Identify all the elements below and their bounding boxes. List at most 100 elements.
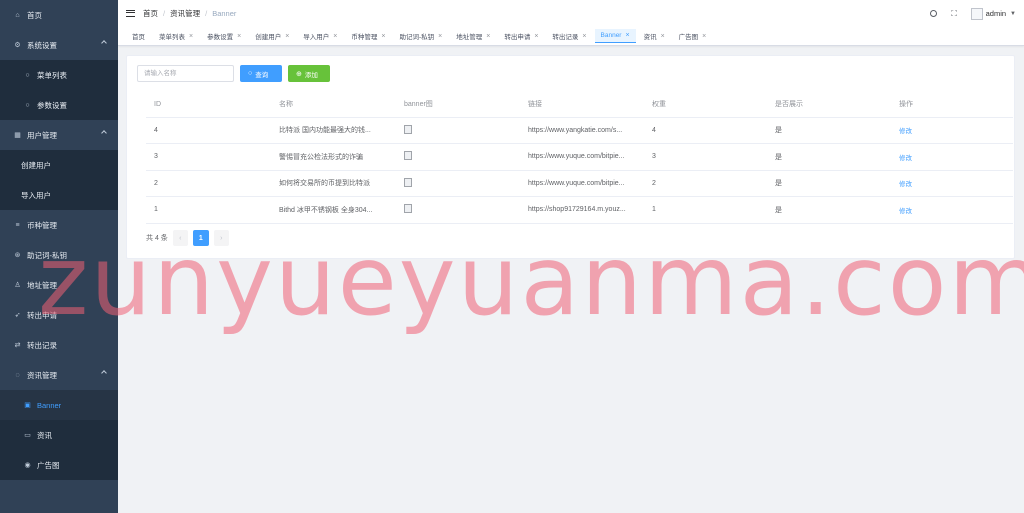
cell-action: 修改 bbox=[891, 170, 1013, 197]
table-row: 2 如何将交易所的币提到比特派 https://www.yuque.com/bitp… bbox=[146, 170, 1013, 197]
tags-view: 首页 菜单列表 × 参数设置 × 创建用户 × 导入用户 × 币种管理 × 助记词-私钥 × 地址管理 × 转… bbox=[118, 27, 1024, 46]
sidebar-item-12[interactable]: ◌ 资讯管理 bbox=[0, 360, 118, 390]
tab-label: 助记词-私钥 bbox=[399, 34, 435, 41]
page-number-current[interactable]: 1 bbox=[192, 230, 209, 246]
cell-show: 是 bbox=[767, 143, 891, 171]
sidebar-item-4[interactable]: ▦ 用户管理 bbox=[0, 120, 118, 150]
close-icon[interactable]: × bbox=[237, 33, 241, 40]
cell-weight: 3 bbox=[644, 143, 767, 171]
column-header-action[interactable]: 操作 bbox=[891, 92, 1013, 118]
tab-0[interactable]: 首页 bbox=[126, 29, 151, 43]
chevron-up-icon bbox=[101, 40, 107, 46]
navbar: 首页 / 资讯管理 / Banner ⛶ admin ▼ bbox=[118, 0, 1024, 27]
cell-show: 是 bbox=[767, 196, 891, 224]
sidebar-item-8[interactable]: ⊛ 助记词-私钥 bbox=[0, 240, 118, 270]
edit-link[interactable]: 修改 bbox=[899, 181, 912, 188]
close-icon[interactable]: × bbox=[582, 33, 586, 40]
close-icon[interactable]: × bbox=[285, 33, 289, 40]
column-header-id[interactable]: ID bbox=[146, 92, 271, 118]
sidebar-item-label: 资讯管理 bbox=[27, 370, 57, 380]
sidebar-item-2[interactable]: ○ 菜单列表 bbox=[0, 60, 118, 90]
cell-banner bbox=[396, 196, 520, 224]
sidebar-menu: ⌂ 首页 ⚙ 系统设置 ○ 菜单列表 ○ 参数设置 ▦ 用户管理创建用户导入用户 ≡ 币种管理 ⊛ 助记词… bbox=[0, 0, 118, 480]
tab-9[interactable]: 转出记录 × bbox=[546, 29, 592, 43]
tab-5[interactable]: 币种管理 × bbox=[345, 29, 391, 43]
next-page-button[interactable]: › bbox=[213, 230, 229, 246]
broken-image-icon bbox=[404, 204, 412, 214]
tab-10[interactable]: Banner × bbox=[594, 29, 636, 43]
chat-icon: ◌ bbox=[15, 371, 20, 379]
cell-name: Bithd 冰甲不锈钢板 全身304... bbox=[271, 196, 396, 224]
pagination: 共 4 条 ‹ 1 › bbox=[146, 230, 229, 246]
close-icon[interactable]: × bbox=[189, 33, 193, 40]
close-icon[interactable]: × bbox=[333, 33, 337, 40]
close-icon[interactable]: × bbox=[534, 33, 538, 40]
tab-label: 首页 bbox=[132, 34, 145, 41]
transfer-icon: ⇄ bbox=[14, 342, 21, 349]
user-menu[interactable]: admin ▼ bbox=[970, 7, 1016, 20]
name-search-input[interactable] bbox=[137, 65, 234, 82]
column-header-show[interactable]: 是否展示 bbox=[767, 92, 891, 118]
cell-action: 修改 bbox=[891, 143, 1013, 171]
sidebar-item-11[interactable]: ⇄ 转出记录 bbox=[0, 330, 118, 360]
cell-link: https://www.yangkatie.com/s... bbox=[520, 117, 644, 144]
query-button[interactable]: ○ 查询 bbox=[240, 65, 282, 82]
sidebar-item-3[interactable]: ○ 参数设置 bbox=[0, 90, 118, 120]
tab-4[interactable]: 导入用户 × bbox=[297, 29, 343, 43]
column-header-name[interactable]: 名称 bbox=[271, 92, 396, 118]
sidebar-item-10[interactable]: ➶ 转出申请 bbox=[0, 300, 118, 330]
column-header-link[interactable]: 链接 bbox=[520, 92, 644, 118]
breadcrumb-home[interactable]: 首页 bbox=[143, 8, 158, 19]
close-icon[interactable]: × bbox=[661, 33, 665, 40]
close-icon[interactable]: × bbox=[486, 33, 490, 40]
sidebar-item-15[interactable]: ◉ 广告图 bbox=[0, 450, 118, 480]
tab-6[interactable]: 助记词-私钥 × bbox=[393, 29, 448, 43]
close-icon[interactable]: × bbox=[625, 32, 629, 39]
tab-2[interactable]: 参数设置 × bbox=[201, 29, 247, 43]
cell-banner bbox=[396, 117, 520, 144]
close-icon[interactable]: × bbox=[702, 33, 706, 40]
cell-name: 比特派 国内功能最强大的钱... bbox=[271, 117, 396, 144]
cell-link: https://www.yuque.com/bitpie... bbox=[520, 143, 644, 171]
tab-7[interactable]: 地址管理 × bbox=[450, 29, 496, 43]
hamburger-icon[interactable] bbox=[126, 10, 135, 17]
edit-link[interactable]: 修改 bbox=[899, 128, 912, 135]
circle-icon: ○ bbox=[25, 71, 30, 79]
sidebar-item-1[interactable]: ⚙ 系统设置 bbox=[0, 30, 118, 60]
edit-link[interactable]: 修改 bbox=[899, 155, 912, 162]
tab-label: 广告图 bbox=[678, 34, 699, 41]
sidebar-item-label: 助记词-私钥 bbox=[27, 250, 67, 260]
sidebar-item-9[interactable]: ♙ 地址管理 bbox=[0, 270, 118, 300]
user-name: admin bbox=[985, 9, 1007, 18]
tab-3[interactable]: 创建用户 × bbox=[249, 29, 295, 43]
sidebar-item-0[interactable]: ⌂ 首页 bbox=[0, 0, 118, 30]
prev-page-button[interactable]: ‹ bbox=[172, 230, 188, 246]
sidebar-item-5[interactable]: 创建用户 bbox=[0, 150, 118, 180]
tab-8[interactable]: 转出申请 × bbox=[498, 29, 544, 43]
content-card: ○ 查询 ⊕ 添加 ID 名称 banner图 链接 权重 是否展示 bbox=[126, 55, 1015, 259]
add-button[interactable]: ⊕ 添加 bbox=[288, 65, 330, 82]
sidebar-item-14[interactable]: ▭ 资讯 bbox=[0, 420, 118, 450]
column-header-banner[interactable]: banner图 bbox=[396, 92, 520, 118]
sidebar-item-label: 创建用户 bbox=[21, 160, 51, 170]
close-icon[interactable]: × bbox=[438, 33, 442, 40]
table-row: 3 警惕冒充公检法形式的诈骗 https://www.yuque.com/bitpi… bbox=[146, 143, 1013, 171]
tab-1[interactable]: 菜单列表 × bbox=[153, 29, 199, 43]
fullscreen-icon[interactable]: ⛶ bbox=[950, 9, 959, 18]
tab-11[interactable]: 资讯 × bbox=[638, 29, 671, 43]
sidebar-item-6[interactable]: 导入用户 bbox=[0, 180, 118, 210]
tab-12[interactable]: 广告图 × bbox=[673, 29, 713, 43]
breadcrumb-news[interactable]: 资讯管理 bbox=[170, 8, 200, 19]
sidebar-item-7[interactable]: ≡ 币种管理 bbox=[0, 210, 118, 240]
sidebar-item-label: 系统设置 bbox=[27, 40, 57, 50]
cell-weight: 2 bbox=[644, 170, 767, 197]
close-icon[interactable]: × bbox=[381, 33, 385, 40]
home-icon: ⌂ bbox=[15, 11, 20, 19]
table-row: 4 比特派 国内功能最强大的钱... https://www.yangkatie.c… bbox=[146, 117, 1013, 144]
table-row: 1 Bithd 冰甲不锈钢板 全身304... https://shop917291… bbox=[146, 196, 1013, 224]
sidebar-item-13[interactable]: ▣ Banner bbox=[0, 390, 118, 420]
search-icon[interactable] bbox=[929, 9, 938, 18]
column-header-weight[interactable]: 权重 bbox=[644, 92, 767, 118]
circle-icon: ○ bbox=[25, 101, 30, 109]
edit-link[interactable]: 修改 bbox=[899, 208, 912, 215]
